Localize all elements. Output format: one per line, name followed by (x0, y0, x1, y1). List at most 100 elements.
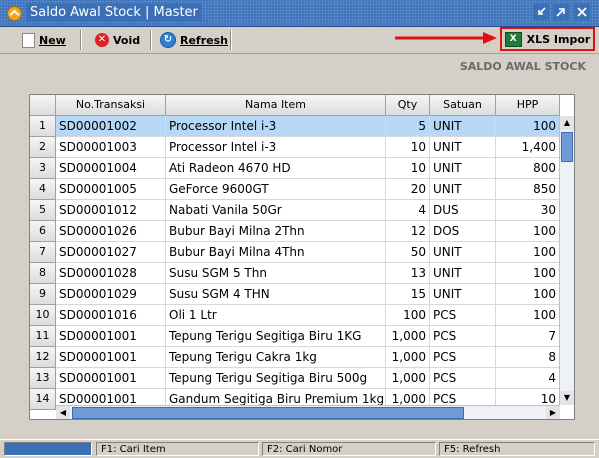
cell-qty[interactable]: 15 (386, 284, 430, 305)
row-number[interactable]: 8 (30, 263, 56, 284)
cell-nama-item[interactable]: Bubur Bayi Milna 4Thn (166, 242, 386, 263)
cell-nama-item[interactable]: Ati Radeon 4670 HD (166, 158, 386, 179)
row-number[interactable]: 4 (30, 179, 56, 200)
table-row[interactable]: 7 SD00001027 Bubur Bayi Milna 4Thn 50 UNIT 10… (30, 242, 560, 263)
cell-nama-item[interactable]: Nabati Vanila 50Gr (166, 200, 386, 221)
cell-qty[interactable]: 5 (386, 116, 430, 137)
table-row[interactable]: 12 SD00001001 Tepung Terigu Cakra 1kg 1,000… (30, 347, 560, 368)
void-button[interactable]: ✕ Void (95, 30, 140, 50)
horizontal-scroll-thumb[interactable] (72, 407, 464, 419)
row-number[interactable]: 6 (30, 221, 56, 242)
refresh-button[interactable]: ↻ Refresh (160, 30, 228, 50)
vertical-scroll-thumb[interactable] (561, 132, 573, 162)
row-number[interactable]: 11 (30, 326, 56, 347)
cell-qty[interactable]: 4 (386, 200, 430, 221)
column-header-hpp[interactable]: HPP (496, 95, 560, 116)
cell-nama-item[interactable]: Susu SGM 4 THN (166, 284, 386, 305)
cell-satuan[interactable]: UNIT (430, 242, 496, 263)
cell-hpp[interactable]: 8 (496, 347, 560, 368)
cell-hpp[interactable]: 100 (496, 305, 560, 326)
cell-no-transaksi[interactable]: SD00001029 (56, 284, 166, 305)
cell-qty[interactable]: 20 (386, 179, 430, 200)
row-number[interactable]: 5 (30, 200, 56, 221)
scroll-left-icon[interactable]: ◀ (56, 406, 70, 419)
cell-no-transaksi[interactable]: SD00001004 (56, 158, 166, 179)
cell-hpp[interactable]: 7 (496, 326, 560, 347)
cell-nama-item[interactable]: Tepung Terigu Cakra 1kg (166, 347, 386, 368)
cell-satuan[interactable]: PCS (430, 326, 496, 347)
cell-satuan[interactable]: UNIT (430, 179, 496, 200)
close-icon[interactable] (574, 4, 590, 20)
cell-hpp[interactable]: 100 (496, 284, 560, 305)
cell-no-transaksi[interactable]: SD00001001 (56, 347, 166, 368)
row-number[interactable]: 7 (30, 242, 56, 263)
cell-qty[interactable]: 1,000 (386, 368, 430, 389)
cell-satuan[interactable]: DUS (430, 200, 496, 221)
cell-nama-item[interactable]: Processor Intel i-3 (166, 137, 386, 158)
cell-hpp[interactable]: 4 (496, 368, 560, 389)
scroll-down-icon[interactable]: ▼ (560, 391, 574, 405)
cell-satuan[interactable]: UNIT (430, 284, 496, 305)
cell-no-transaksi[interactable]: SD00001005 (56, 179, 166, 200)
cell-nama-item[interactable]: Oli 1 Ltr (166, 305, 386, 326)
cell-no-transaksi[interactable]: SD00001003 (56, 137, 166, 158)
cell-hpp[interactable]: 100 (496, 242, 560, 263)
column-header-nama-item[interactable]: Nama Item (166, 95, 386, 116)
restore-icon[interactable] (553, 4, 569, 20)
cell-no-transaksi[interactable]: SD00001001 (56, 368, 166, 389)
cell-qty[interactable]: 13 (386, 263, 430, 284)
cell-qty[interactable]: 1,000 (386, 326, 430, 347)
cell-satuan[interactable]: UNIT (430, 116, 496, 137)
cell-hpp[interactable]: 100 (496, 263, 560, 284)
row-number[interactable]: 12 (30, 347, 56, 368)
table-row[interactable]: 10 SD00001016 Oli 1 Ltr 100 PCS 100 (30, 305, 560, 326)
cell-no-transaksi[interactable]: SD00001027 (56, 242, 166, 263)
vertical-scrollbar[interactable]: ▲ ▼ (559, 116, 574, 405)
cell-qty[interactable]: 10 (386, 137, 430, 158)
cell-nama-item[interactable]: Tepung Terigu Segitiga Biru 500g (166, 368, 386, 389)
column-header-satuan[interactable]: Satuan (430, 95, 496, 116)
table-row[interactable]: 11 SD00001001 Tepung Terigu Segitiga Biru … (30, 326, 560, 347)
row-number[interactable]: 10 (30, 305, 56, 326)
cell-satuan[interactable]: UNIT (430, 158, 496, 179)
xls-import-button[interactable]: X XLS Impor (500, 27, 595, 51)
row-number[interactable]: 2 (30, 137, 56, 158)
new-button[interactable]: New (22, 30, 66, 50)
scroll-right-icon[interactable]: ▶ (546, 406, 560, 419)
cell-satuan[interactable]: UNIT (430, 263, 496, 284)
cell-qty[interactable]: 100 (386, 305, 430, 326)
cell-hpp[interactable]: 800 (496, 158, 560, 179)
table-row[interactable]: 1 SD00001002 Processor Intel i-3 5 UNIT 100 (30, 116, 560, 137)
cell-hpp[interactable]: 30 (496, 200, 560, 221)
cell-qty[interactable]: 1,000 (386, 347, 430, 368)
cell-satuan[interactable]: PCS (430, 347, 496, 368)
cell-nama-item[interactable]: GeForce 9600GT (166, 179, 386, 200)
table-row[interactable]: 6 SD00001026 Bubur Bayi Milna 2Thn 12 DOS 100 (30, 221, 560, 242)
table-row[interactable]: 4 SD00001005 GeForce 9600GT 20 UNIT 850 (30, 179, 560, 200)
row-number[interactable]: 1 (30, 116, 56, 137)
cell-no-transaksi[interactable]: SD00001002 (56, 116, 166, 137)
row-number[interactable]: 3 (30, 158, 56, 179)
cell-no-transaksi[interactable]: SD00001028 (56, 263, 166, 284)
row-number[interactable]: 13 (30, 368, 56, 389)
cell-satuan[interactable]: UNIT (430, 137, 496, 158)
cell-satuan[interactable]: PCS (430, 368, 496, 389)
cell-no-transaksi[interactable]: SD00001012 (56, 200, 166, 221)
cell-hpp[interactable]: 850 (496, 179, 560, 200)
cell-hpp[interactable]: 1,400 (496, 137, 560, 158)
column-header-no-transaksi[interactable]: No.Transaksi (56, 95, 166, 116)
table-row[interactable]: 3 SD00001004 Ati Radeon 4670 HD 10 UNIT 800 (30, 158, 560, 179)
cell-nama-item[interactable]: Susu SGM 5 Thn (166, 263, 386, 284)
table-row[interactable]: 13 SD00001001 Tepung Terigu Segitiga Biru … (30, 368, 560, 389)
cell-no-transaksi[interactable]: SD00001026 (56, 221, 166, 242)
cell-nama-item[interactable]: Processor Intel i-3 (166, 116, 386, 137)
cell-no-transaksi[interactable]: SD00001016 (56, 305, 166, 326)
cell-qty[interactable]: 50 (386, 242, 430, 263)
row-number[interactable]: 14 (30, 389, 56, 410)
cell-qty[interactable]: 12 (386, 221, 430, 242)
table-row[interactable]: 5 SD00001012 Nabati Vanila 50Gr 4 DUS 30 (30, 200, 560, 221)
table-row[interactable]: 2 SD00001003 Processor Intel i-3 10 UNIT 1,40… (30, 137, 560, 158)
column-header-qty[interactable]: Qty (386, 95, 430, 116)
scroll-up-icon[interactable]: ▲ (560, 116, 574, 130)
table-row[interactable]: 8 SD00001028 Susu SGM 5 Thn 13 UNIT 100 (30, 263, 560, 284)
